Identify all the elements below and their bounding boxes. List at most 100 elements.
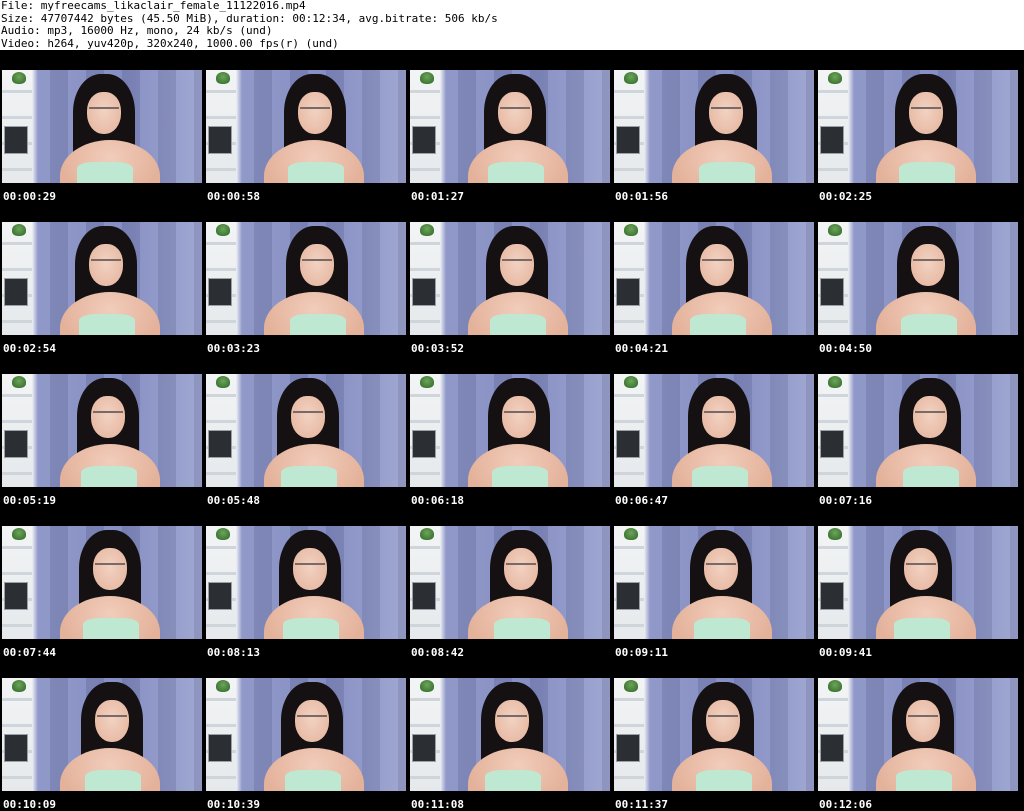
top-graphic [290,314,346,335]
plant-graphic [420,680,434,692]
thumbnail-timestamp: 00:10:09 [3,798,56,811]
glasses-graphic [704,411,734,421]
glasses-graphic [506,563,536,573]
thumbnail-cell: 00:11:37 [614,678,814,811]
top-graphic [283,618,339,639]
glasses-graphic [89,107,119,117]
picture-frame-graphic [208,126,232,154]
thumbnail-cell: 00:10:09 [2,678,202,811]
plant-graphic [216,224,230,236]
picture-frame-graphic [820,582,844,610]
plant-graphic [12,224,26,236]
thumbnail-timestamp: 00:09:11 [615,646,668,659]
thumbnail-cell: 00:10:39 [206,678,406,811]
thumbnail-timestamp: 00:07:44 [3,646,56,659]
thumbnail-frame [614,222,814,335]
plant-graphic [828,72,842,84]
shelf-graphic [2,526,32,639]
picture-frame-graphic [820,278,844,306]
shelf-graphic [614,678,644,791]
thumbnail-cell: 00:02:25 [818,70,1018,222]
thumbnail-frame [2,374,202,487]
picture-frame-graphic [616,734,640,762]
thumbnail-timestamp: 00:08:13 [207,646,260,659]
picture-frame-graphic [616,126,640,154]
thumbnail-frame [206,70,406,183]
plant-graphic [12,72,26,84]
thumbnail-timestamp: 00:08:42 [411,646,464,659]
top-graphic [901,314,957,335]
picture-frame-graphic [208,734,232,762]
glasses-graphic [913,259,943,269]
thumbnail-timestamp: 00:05:19 [3,494,56,507]
plant-graphic [624,72,638,84]
glasses-graphic [502,259,532,269]
glasses-graphic [708,715,738,725]
thumbnail-frame [206,222,406,335]
thumbnail-cell: 00:04:50 [818,222,1018,374]
shelf-graphic [818,70,848,183]
top-graphic [903,466,959,487]
thumbnail-frame [818,374,1018,487]
top-graphic [894,618,950,639]
thumbnail-timestamp: 00:07:16 [819,494,872,507]
thumbnail-timestamp: 00:10:39 [207,798,260,811]
shelf-graphic [818,678,848,791]
glasses-graphic [500,107,530,117]
thumbnail-cell: 00:09:41 [818,526,1018,678]
shelf-graphic [206,526,236,639]
shelf-graphic [410,678,440,791]
thumbnail-timestamp: 00:09:41 [819,646,872,659]
thumbnail-cell: 00:02:54 [2,222,202,374]
thumbnail-frame [410,222,610,335]
glasses-graphic [504,411,534,421]
glasses-graphic [711,107,741,117]
thumbnail-timestamp: 00:04:50 [819,342,872,355]
thumbnail-cell: 00:09:11 [614,526,814,678]
top-graphic [83,618,139,639]
top-graphic [485,770,541,791]
plant-graphic [420,72,434,84]
thumbnail-frame [818,526,1018,639]
picture-frame-graphic [208,278,232,306]
thumbnail-cell: 00:07:16 [818,374,1018,526]
thumbnail-grid: 00:00:29 00:00:58 00:01:27 00:01:56 00:0… [2,70,1022,811]
thumbnail-timestamp: 00:03:23 [207,342,260,355]
shelf-graphic [614,70,644,183]
plant-graphic [624,528,638,540]
picture-frame-graphic [4,126,28,154]
top-graphic [699,162,755,183]
shelf-graphic [2,678,32,791]
thumbnail-timestamp: 00:06:47 [615,494,668,507]
picture-frame-graphic [208,430,232,458]
plant-graphic [624,224,638,236]
glasses-graphic [497,715,527,725]
plant-graphic [828,528,842,540]
shelf-graphic [818,222,848,335]
picture-frame-graphic [412,430,436,458]
plant-graphic [216,528,230,540]
top-graphic [694,618,750,639]
plant-graphic [828,376,842,388]
thumbnail-cell: 00:06:18 [410,374,610,526]
plant-graphic [420,224,434,236]
shelf-graphic [614,222,644,335]
shelf-graphic [614,374,644,487]
plant-graphic [420,376,434,388]
glasses-graphic [97,715,127,725]
plant-graphic [828,224,842,236]
shelf-graphic [410,70,440,183]
thumbnail-timestamp: 00:01:27 [411,190,464,203]
shelf-graphic [206,678,236,791]
thumbnail-timestamp: 00:05:48 [207,494,260,507]
picture-frame-graphic [412,126,436,154]
thumbnail-frame [410,678,610,791]
picture-frame-graphic [412,278,436,306]
thumbnail-cell: 00:05:48 [206,374,406,526]
thumbnail-timestamp: 00:04:21 [615,342,668,355]
thumbnail-timestamp: 00:12:06 [819,798,872,811]
picture-frame-graphic [412,734,436,762]
shelf-graphic [818,374,848,487]
thumbnail-frame [410,70,610,183]
thumbnail-cell: 00:03:52 [410,222,610,374]
